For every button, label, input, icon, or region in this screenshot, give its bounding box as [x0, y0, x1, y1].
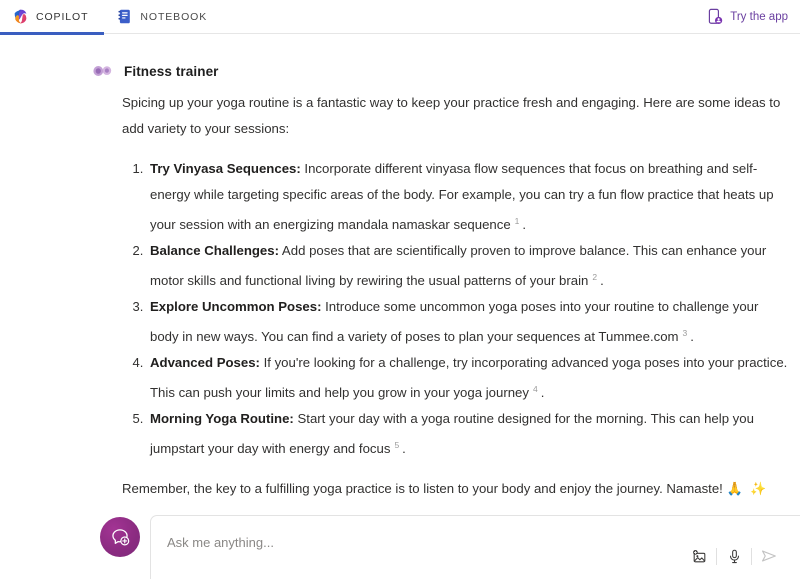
- list-item: Morning Yoga Routine: Start your day wit…: [147, 406, 790, 462]
- list-item: Advanced Poses: If you're looking for a …: [147, 350, 790, 406]
- citation-ref[interactable]: 3: [683, 320, 688, 346]
- add-image-icon: [691, 548, 708, 565]
- message-author: Fitness trainer: [124, 63, 219, 79]
- message-input-placeholder: Ask me anything...: [167, 535, 274, 550]
- send-button[interactable]: [752, 543, 786, 569]
- list-item-title: Explore Uncommon Poses:: [150, 299, 322, 314]
- tab-copilot-label: COPILOT: [36, 10, 89, 23]
- list-item-title: Balance Challenges:: [150, 243, 279, 258]
- list-item-tail: .: [690, 329, 694, 344]
- message-closing-text: Remember, the key to a fulfilling yoga p…: [122, 481, 723, 496]
- try-the-app-label: Try the app: [730, 11, 788, 23]
- copilot-persona-icon: [92, 63, 114, 79]
- tab-notebook-label: NOTEBOOK: [140, 10, 208, 23]
- add-image-button[interactable]: [682, 543, 716, 569]
- closing-emoji: 🙏 ✨: [726, 481, 769, 496]
- composer: Ask me anything...: [0, 507, 800, 579]
- list-item-tail: .: [600, 273, 604, 288]
- list-item-tail: .: [522, 217, 527, 232]
- list-item-title: Advanced Poses:: [150, 355, 260, 370]
- list-item: Explore Uncommon Poses: Introduce some u…: [147, 294, 790, 350]
- message-header: Fitness trainer: [0, 35, 800, 79]
- send-icon: [760, 547, 778, 565]
- list-item: Try Vinyasa Sequences: Incorporate diffe…: [147, 156, 790, 238]
- list-item-tail: .: [540, 385, 545, 400]
- tab-notebook[interactable]: NOTEBOOK: [104, 0, 223, 34]
- composer-actions: [682, 543, 786, 569]
- copilot-swirl-icon: [12, 8, 29, 25]
- tab-copilot[interactable]: COPILOT: [0, 0, 105, 35]
- citation-ref[interactable]: 4: [533, 376, 538, 402]
- list-item-tail: .: [402, 441, 406, 456]
- citation-ref[interactable]: 5: [394, 432, 399, 458]
- message-closing: Remember, the key to a fulfilling yoga p…: [122, 476, 790, 502]
- tab-bar: COPILOT NOTEBOOK Try the app: [0, 0, 800, 35]
- list-item-title: Try Vinyasa Sequences:: [150, 161, 301, 176]
- mobile-app-icon: [707, 8, 724, 26]
- message-intro: Spicing up your yoga routine is a fantas…: [122, 95, 781, 136]
- citation-ref[interactable]: 2: [592, 264, 597, 290]
- microphone-icon: [726, 548, 743, 565]
- chat-bubble-plus-icon: [109, 526, 131, 548]
- list-item: Balance Challenges: Add poses that are s…: [147, 238, 790, 294]
- message-input-container[interactable]: Ask me anything...: [150, 515, 800, 579]
- conversation-area: Fitness trainer Spicing up your yoga rou…: [0, 35, 800, 507]
- citation-ref[interactable]: 1: [515, 208, 520, 234]
- notebook-icon: [116, 8, 133, 25]
- list-item-title: Morning Yoga Routine:: [150, 411, 294, 426]
- message-body: Spicing up your yoga routine is a fantas…: [0, 90, 800, 502]
- ideas-list: Try Vinyasa Sequences: Incorporate diffe…: [122, 156, 790, 462]
- new-chat-button[interactable]: [100, 517, 140, 557]
- copilot-panel: COPILOT NOTEBOOK Try the app Fitness tra…: [0, 0, 800, 579]
- try-the-app-button[interactable]: Try the app: [707, 8, 788, 26]
- microphone-button[interactable]: [717, 543, 751, 569]
